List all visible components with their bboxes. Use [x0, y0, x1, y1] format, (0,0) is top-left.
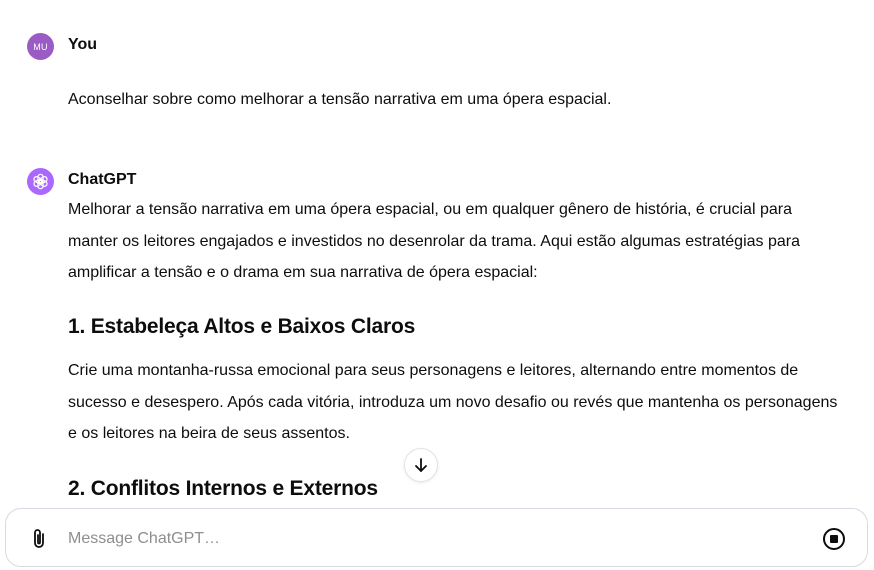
user-author-name: You [68, 36, 98, 53]
stop-generating-button[interactable] [822, 527, 846, 551]
stop-icon [823, 528, 845, 550]
user-avatar-initials: MU [33, 41, 48, 52]
section-heading: 1. Estabeleça Altos e Baixos Claros [68, 315, 416, 338]
assistant-intro-paragraph: Melhorar a tensão narrativa em uma ópera… [68, 201, 800, 281]
scroll-to-bottom-button[interactable] [404, 448, 438, 482]
user-avatar: MU [27, 33, 54, 60]
assistant-author-name: ChatGPT [68, 171, 137, 188]
section-body: Crie uma montanha-russa emocional para s… [68, 362, 838, 442]
assistant-avatar [27, 168, 54, 195]
message-input[interactable] [68, 527, 768, 551]
chat-page: MU You Aconselhar sobre como melhorar a … [0, 0, 874, 570]
message-composer [5, 508, 868, 567]
user-message: Aconselhar sobre como melhorar a tensão … [68, 91, 612, 108]
section-heading: 2. Conflitos Internos e Externos [68, 477, 378, 500]
arrow-down-icon [415, 458, 427, 472]
attach-button[interactable] [28, 527, 50, 551]
paperclip-icon [34, 529, 44, 548]
openai-logo-icon [33, 173, 48, 190]
